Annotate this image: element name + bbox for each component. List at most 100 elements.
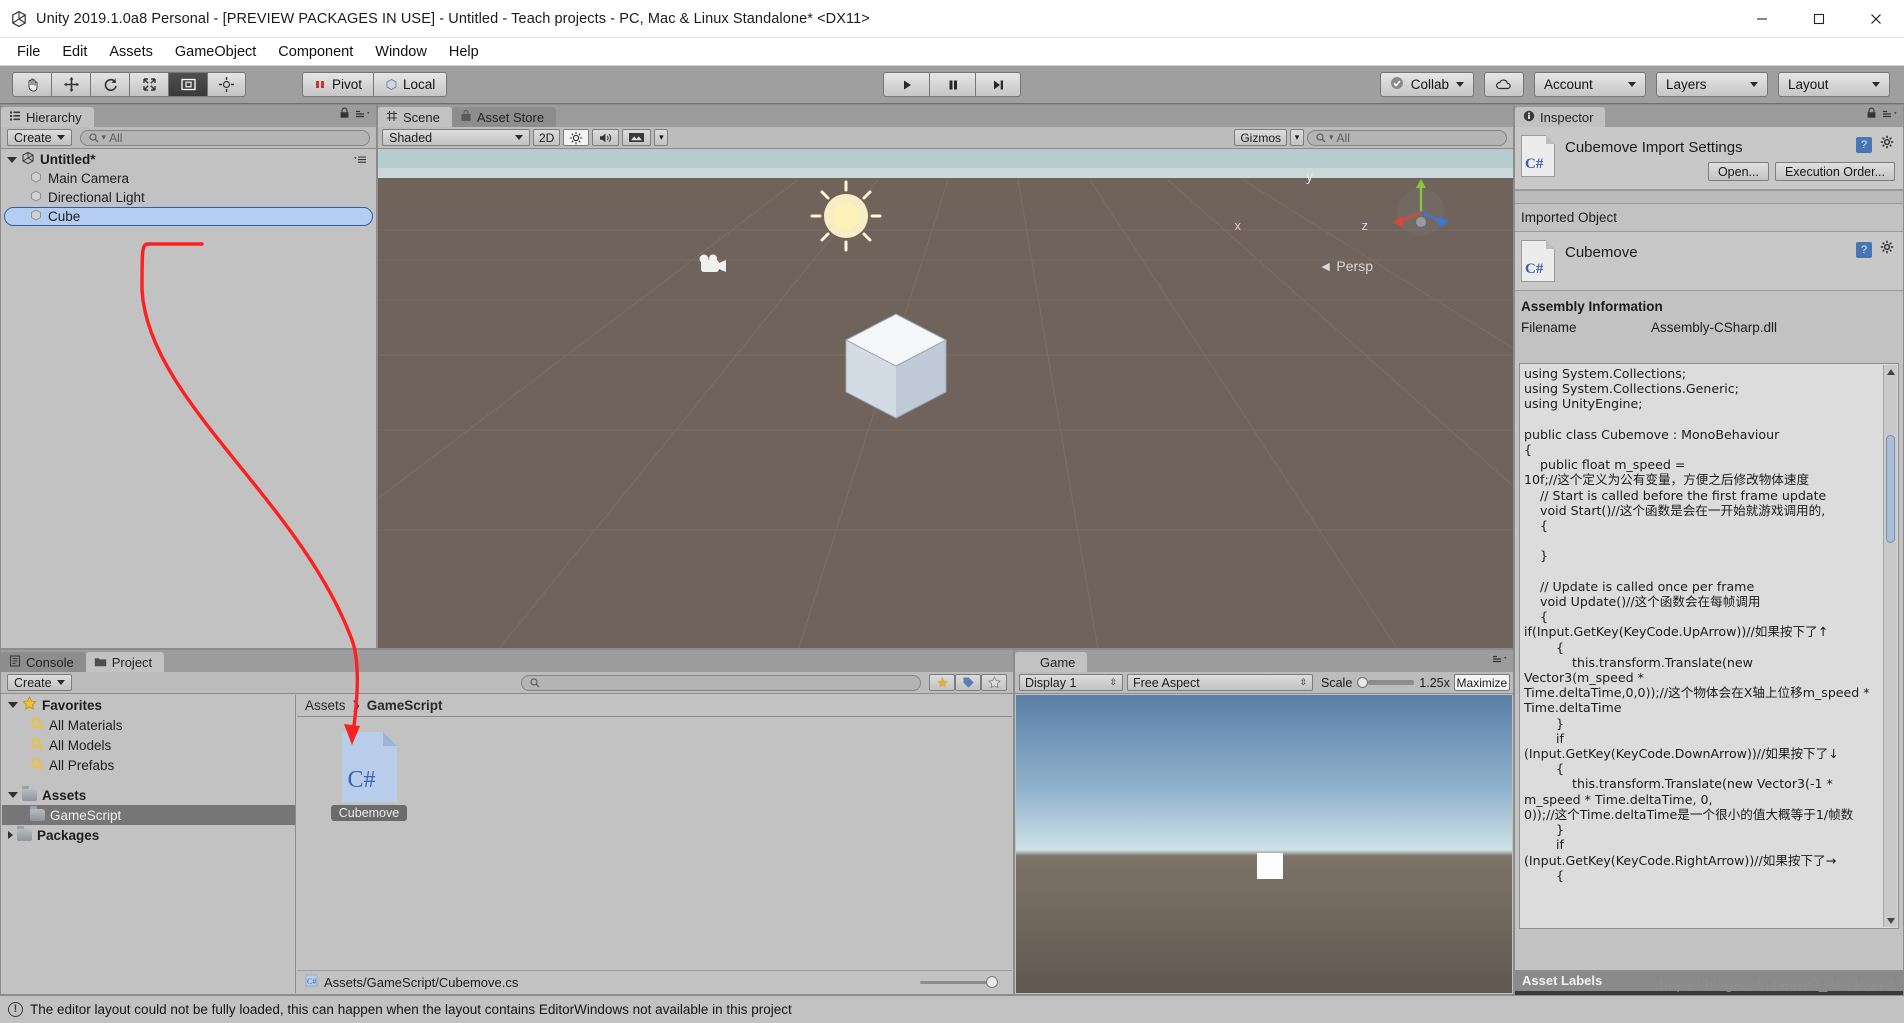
scale-tool-button[interactable] xyxy=(129,72,168,97)
breadcrumb-gamescript[interactable]: GameScript xyxy=(367,698,443,713)
breadcrumb-assets[interactable]: Assets xyxy=(305,698,346,713)
tab-game[interactable]: Game xyxy=(1015,652,1088,672)
scale-slider-group[interactable]: Scale 1.25x xyxy=(1317,676,1450,690)
scrollbar-thumb[interactable] xyxy=(1886,435,1895,543)
project-tree-favorites[interactable]: Favorites xyxy=(2,695,295,715)
project-search-input[interactable] xyxy=(521,674,921,691)
collapse-arrow-icon[interactable] xyxy=(8,831,13,839)
gear-icon[interactable] xyxy=(1880,240,1895,260)
close-button[interactable] xyxy=(1847,0,1904,37)
expand-arrow-icon[interactable] xyxy=(8,702,18,708)
menu-component[interactable]: Component xyxy=(267,42,364,62)
hierarchy-search-input[interactable]: ▾ All xyxy=(79,129,370,146)
menu-edit[interactable]: Edit xyxy=(51,42,98,62)
collab-button[interactable]: Collab xyxy=(1379,72,1474,97)
scene-projection-toggle[interactable]: ◄ Persp xyxy=(1319,258,1373,274)
importer-header: C# Cubemove Import Settings Open... Exec… xyxy=(1515,127,1903,190)
script-preview-scrollbar[interactable] xyxy=(1883,365,1897,927)
filename-value: Assembly-CSharp.dll xyxy=(1651,320,1778,335)
scroll-up-arrow-icon[interactable] xyxy=(1884,365,1897,378)
filter-favorite-button[interactable] xyxy=(929,674,955,691)
execution-order-button[interactable]: Execution Order... xyxy=(1774,162,1895,181)
account-button[interactable]: Account xyxy=(1534,72,1646,97)
menu-window[interactable]: Window xyxy=(364,42,438,62)
audio-toggle-button[interactable] xyxy=(592,129,620,146)
project-status-path: Assets/GameScript/Cubemove.cs xyxy=(324,974,519,990)
hierarchy-scene-row[interactable]: Untitled* xyxy=(1,150,376,169)
shading-mode-dropdown[interactable]: Shaded xyxy=(382,129,530,146)
scene-menu-icon[interactable] xyxy=(354,152,370,167)
project-tree-all-models[interactable]: All Models xyxy=(2,735,295,755)
help-book-icon[interactable]: ? xyxy=(1856,137,1872,153)
project-tree-packages[interactable]: Packages xyxy=(2,825,295,845)
lock-icon[interactable] xyxy=(339,106,350,124)
game-viewport[interactable] xyxy=(1016,695,1512,993)
filter-label-button[interactable] xyxy=(955,674,981,691)
hierarchy-search-placeholder: All xyxy=(109,130,123,145)
menu-gameobject[interactable]: GameObject xyxy=(164,42,267,62)
cloud-button[interactable] xyxy=(1484,72,1524,97)
tab-hierarchy[interactable]: Hierarchy xyxy=(1,107,94,127)
game-menu-icon[interactable] xyxy=(1492,651,1508,669)
scene-search-input[interactable]: ▾ All xyxy=(1307,129,1507,146)
hierarchy-menu-icon[interactable] xyxy=(355,106,371,124)
project-tree-assets[interactable]: Assets xyxy=(2,785,295,805)
2d-toggle-button[interactable]: 2D xyxy=(533,129,561,146)
filter-star-button[interactable] xyxy=(981,674,1007,691)
gizmos-dropdown-button[interactable]: ▾ xyxy=(1290,129,1304,146)
aspect-dropdown[interactable]: Free Aspect ⇳ xyxy=(1127,674,1313,691)
maximize-button[interactable] xyxy=(1790,0,1847,37)
tab-project[interactable]: Project xyxy=(85,652,165,672)
pivot-toggle[interactable]: Pivot xyxy=(302,72,374,97)
scene-viewport[interactable]: y x z ◄ Persp xyxy=(378,150,1513,648)
rotate-tool-button[interactable] xyxy=(90,72,129,97)
tab-inspector[interactable]: Inspector xyxy=(1515,107,1606,127)
menu-assets[interactable]: Assets xyxy=(98,42,164,62)
search-icon xyxy=(30,757,44,774)
gizmos-button[interactable]: Gizmos xyxy=(1234,129,1287,146)
menu-help[interactable]: Help xyxy=(438,42,490,62)
chevron-down-icon xyxy=(1628,82,1636,87)
tab-asset-store[interactable]: Asset Store xyxy=(451,107,557,127)
asset-grid[interactable]: C# Cubemove xyxy=(297,718,1012,969)
hierarchy-item-cube[interactable]: Cube xyxy=(4,207,373,226)
project-tree-all-materials[interactable]: All Materials xyxy=(2,715,295,735)
play-button[interactable] xyxy=(883,72,929,97)
expand-arrow-icon[interactable] xyxy=(8,792,18,798)
status-bar[interactable]: ! The editor layout could not be fully l… xyxy=(0,995,1904,1023)
tab-console[interactable]: Console xyxy=(1,652,86,672)
hand-tool-button[interactable] xyxy=(12,72,51,97)
pause-button[interactable] xyxy=(929,72,975,97)
hierarchy-item-main-camera[interactable]: Main Camera xyxy=(1,169,376,188)
lighting-toggle-button[interactable] xyxy=(563,129,590,146)
project-tree-all-prefabs[interactable]: All Prefabs xyxy=(2,755,295,775)
expand-arrow-icon[interactable] xyxy=(7,156,17,163)
project-tree-gamescript[interactable]: GameScript xyxy=(2,805,295,825)
open-button[interactable]: Open... xyxy=(1707,162,1769,181)
maximize-on-play-button[interactable]: Maximize xyxy=(1453,674,1510,691)
menu-file[interactable]: File xyxy=(6,42,51,62)
layout-button[interactable]: Layout xyxy=(1778,72,1890,97)
hierarchy-item-directional-light[interactable]: Directional Light xyxy=(1,188,376,207)
layers-button[interactable]: Layers xyxy=(1656,72,1768,97)
transform-tool-button[interactable] xyxy=(207,72,246,97)
move-tool-button[interactable] xyxy=(51,72,90,97)
effects-dropdown-button[interactable]: ▾ xyxy=(654,129,669,146)
hierarchy-create-button[interactable]: Create xyxy=(7,129,72,146)
minimize-button[interactable] xyxy=(1733,0,1790,37)
project-create-button[interactable]: Create xyxy=(7,674,72,691)
help-book-icon[interactable]: ? xyxy=(1856,242,1872,258)
space-toggle[interactable]: Local xyxy=(373,72,448,97)
asset-item-cubemove[interactable]: C# Cubemove xyxy=(329,732,409,822)
toolbar-right-group: Collab Account Layers Layout xyxy=(1379,72,1890,97)
scroll-down-arrow-icon[interactable] xyxy=(1884,914,1897,927)
inspector-menu-icon[interactable] xyxy=(1882,106,1898,124)
asset-zoom-slider[interactable] xyxy=(920,976,998,988)
lock-icon[interactable] xyxy=(1866,106,1877,124)
tab-scene[interactable]: Scene xyxy=(378,107,452,127)
display-dropdown[interactable]: Display 1 ⇳ xyxy=(1019,674,1123,691)
effects-toggle-button[interactable] xyxy=(622,129,652,146)
step-button[interactable] xyxy=(975,72,1021,97)
rect-tool-button[interactable] xyxy=(168,72,207,97)
gear-icon[interactable] xyxy=(1880,135,1895,155)
